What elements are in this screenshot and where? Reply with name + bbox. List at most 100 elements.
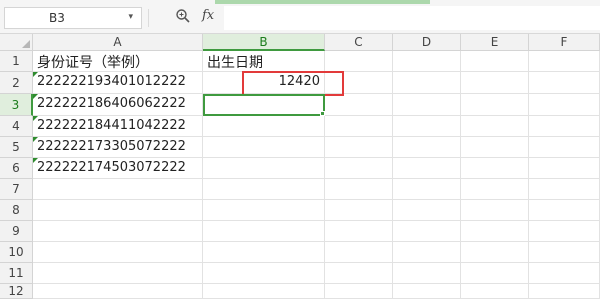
cell-c5[interactable]: [325, 137, 393, 158]
cell-d1[interactable]: [393, 51, 461, 72]
cell-a6[interactable]: 222222174503072222: [33, 158, 203, 179]
row-header-9[interactable]: 9: [0, 221, 33, 242]
cell-a1[interactable]: 身份证号（举例）: [33, 51, 203, 72]
cell-c12[interactable]: [325, 284, 393, 299]
column-header-a[interactable]: A: [33, 34, 203, 51]
chevron-down-icon[interactable]: ▾: [128, 12, 133, 22]
cell-c6[interactable]: [325, 158, 393, 179]
cell-f11[interactable]: [529, 263, 600, 284]
cell-d4[interactable]: [393, 116, 461, 137]
zoom-lookup-icon[interactable]: [175, 8, 191, 24]
cell-f8[interactable]: [529, 200, 600, 221]
name-box[interactable]: B3 ▾: [4, 7, 142, 29]
cell-e4[interactable]: [461, 116, 529, 137]
cell-b9[interactable]: [203, 221, 325, 242]
cell-a11[interactable]: [33, 263, 203, 284]
cell-b7[interactable]: [203, 179, 325, 200]
column-header-e[interactable]: E: [461, 34, 529, 51]
column-header-b[interactable]: B: [203, 34, 325, 51]
row-header-7[interactable]: 7: [0, 179, 33, 200]
cell-a10[interactable]: [33, 242, 203, 263]
cell-d2[interactable]: [393, 72, 461, 94]
cell-b3[interactable]: [203, 94, 325, 116]
formula-input[interactable]: [224, 6, 600, 30]
row-header-5[interactable]: 5: [0, 137, 33, 158]
fx-icon[interactable]: fx: [202, 6, 220, 26]
cell-a2[interactable]: 222222193401012222: [33, 72, 203, 94]
cell-a4[interactable]: 222222184411042222: [33, 116, 203, 137]
column-header-d[interactable]: D: [393, 34, 461, 51]
cell-d7[interactable]: [393, 179, 461, 200]
cell-a12[interactable]: [33, 284, 203, 299]
cell-c8[interactable]: [325, 200, 393, 221]
cell-f9[interactable]: [529, 221, 600, 242]
cell-f5[interactable]: [529, 137, 600, 158]
cell-f2[interactable]: [529, 72, 600, 94]
row-header-3[interactable]: 3: [0, 94, 33, 116]
column-header-c[interactable]: C: [325, 34, 393, 51]
cell-b8[interactable]: [203, 200, 325, 221]
cell-b4[interactable]: [203, 116, 325, 137]
cell-b10[interactable]: [203, 242, 325, 263]
cell-b11[interactable]: [203, 263, 325, 284]
toolbar-divider: [148, 9, 149, 27]
select-all-button[interactable]: [0, 34, 33, 51]
cell-text: 12420: [278, 74, 320, 89]
cell-b2[interactable]: 12420: [203, 72, 325, 94]
cell-e2[interactable]: [461, 72, 529, 94]
cell-d10[interactable]: [393, 242, 461, 263]
cell-a3[interactable]: 222222186406062222: [33, 94, 203, 116]
row-header-4[interactable]: 4: [0, 116, 33, 137]
cell-f7[interactable]: [529, 179, 600, 200]
cell-b5[interactable]: [203, 137, 325, 158]
row-header-12[interactable]: 12: [0, 284, 33, 299]
cell-a5[interactable]: 222222173305072222: [33, 137, 203, 158]
cell-e5[interactable]: [461, 137, 529, 158]
column-header-f[interactable]: F: [529, 34, 600, 51]
cell-d12[interactable]: [393, 284, 461, 299]
cell-c10[interactable]: [325, 242, 393, 263]
toolbar-accent-strip: [215, 0, 430, 4]
cell-a7[interactable]: [33, 179, 203, 200]
cell-d5[interactable]: [393, 137, 461, 158]
row-header-2[interactable]: 2: [0, 72, 33, 94]
cell-e6[interactable]: [461, 158, 529, 179]
cell-d8[interactable]: [393, 200, 461, 221]
row-header-11[interactable]: 11: [0, 263, 33, 284]
cell-a8[interactable]: [33, 200, 203, 221]
cell-c4[interactable]: [325, 116, 393, 137]
cell-e12[interactable]: [461, 284, 529, 299]
cell-e1[interactable]: [461, 51, 529, 72]
cell-e3[interactable]: [461, 94, 529, 116]
cell-b6[interactable]: [203, 158, 325, 179]
cell-d9[interactable]: [393, 221, 461, 242]
cell-e7[interactable]: [461, 179, 529, 200]
row-header-10[interactable]: 10: [0, 242, 33, 263]
cell-c9[interactable]: [325, 221, 393, 242]
cell-e9[interactable]: [461, 221, 529, 242]
cell-e8[interactable]: [461, 200, 529, 221]
name-box-value: B3: [49, 11, 65, 25]
cell-d6[interactable]: [393, 158, 461, 179]
cell-f4[interactable]: [529, 116, 600, 137]
row-header-6[interactable]: 6: [0, 158, 33, 179]
cell-f12[interactable]: [529, 284, 600, 299]
cell-a9[interactable]: [33, 221, 203, 242]
cell-f6[interactable]: [529, 158, 600, 179]
cell-f1[interactable]: [529, 51, 600, 72]
cell-e11[interactable]: [461, 263, 529, 284]
cell-f3[interactable]: [529, 94, 600, 116]
cell-f10[interactable]: [529, 242, 600, 263]
cell-c7[interactable]: [325, 179, 393, 200]
row-header-1[interactable]: 1: [0, 51, 33, 72]
cell-c2[interactable]: [325, 72, 393, 94]
cell-c11[interactable]: [325, 263, 393, 284]
cell-e10[interactable]: [461, 242, 529, 263]
cell-c3[interactable]: [325, 94, 393, 116]
cell-b1[interactable]: 出生日期: [203, 51, 325, 72]
cell-c1[interactable]: [325, 51, 393, 72]
row-header-8[interactable]: 8: [0, 200, 33, 221]
cell-d11[interactable]: [393, 263, 461, 284]
cell-d3[interactable]: [393, 94, 461, 116]
cell-b12[interactable]: [203, 284, 325, 299]
